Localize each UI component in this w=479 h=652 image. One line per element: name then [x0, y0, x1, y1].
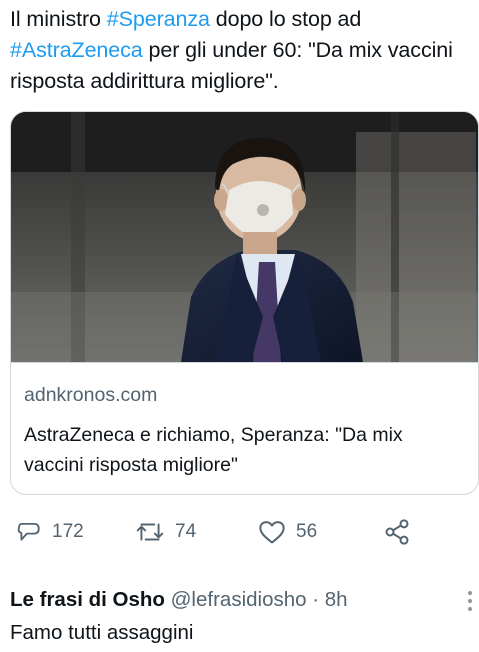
reply-count: 172 — [52, 521, 84, 542]
reply-header: Le frasi di Osho @lefrasidiosho · 8h — [10, 586, 348, 614]
hashtag-astrazeneca-link[interactable]: #AstraZeneca — [10, 38, 143, 62]
reply-text: Famo tutti assaggini — [10, 621, 194, 644]
tweet-actions-bar: 172 74 56 — [0, 510, 479, 554]
share-icon — [385, 519, 409, 545]
link-preview-card[interactable]: adnkronos.com AstraZeneca e richiamo, Sp… — [10, 111, 479, 495]
card-image — [11, 112, 478, 362]
hashtag-speranza-link[interactable]: #Speranza — [107, 7, 210, 31]
card-title: AstraZeneca e richiamo, Speranza: "Da mi… — [24, 424, 403, 476]
share-button[interactable] — [383, 510, 411, 554]
reply-button[interactable]: 172 — [16, 510, 84, 554]
heart-icon — [259, 521, 285, 544]
retweet-icon — [136, 523, 164, 541]
tweet-text-part: dopo lo stop ad — [209, 7, 362, 31]
vertical-dots-icon[interactable] — [466, 590, 474, 614]
reply-author-handle[interactable]: @lefrasidiosho — [171, 588, 307, 611]
reply-separator: · — [312, 588, 320, 611]
reply-bubble-icon — [17, 522, 40, 541]
tweet-text: Il ministro #Speranza dopo lo stop ad #A… — [10, 4, 475, 97]
card-domain: adnkronos.com — [24, 384, 158, 406]
reply-author-name[interactable]: Le frasi di Osho — [10, 588, 165, 611]
reply-timestamp[interactable]: 8h — [325, 588, 348, 611]
tweet-text-part: Il ministro — [10, 7, 107, 31]
like-button[interactable]: 56 — [258, 510, 317, 554]
like-count: 56 — [296, 521, 318, 542]
retweet-button[interactable]: 74 — [135, 510, 196, 554]
retweet-count: 74 — [175, 521, 197, 542]
card-divider — [11, 362, 478, 363]
